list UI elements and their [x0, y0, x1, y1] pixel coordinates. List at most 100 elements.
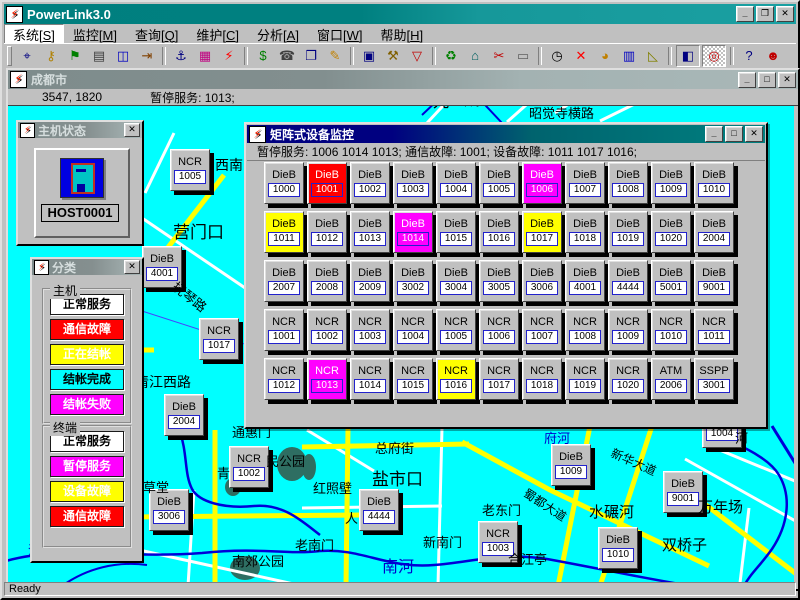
toolbar-handle[interactable] [7, 46, 12, 66]
delete-x-icon[interactable]: ✕ [570, 46, 592, 66]
pie-chart-icon[interactable]: ◕ [594, 46, 616, 66]
device-button-DieB-1012[interactable]: DieB1012 [307, 211, 347, 253]
menu-A[interactable]: 分析[A] [248, 24, 308, 45]
host-name[interactable]: HOST0001 [41, 204, 119, 222]
close-button[interactable]: ✕ [776, 6, 794, 22]
device-button-NCR-1020[interactable]: NCR1020 [608, 358, 648, 400]
device-button-NCR-1019[interactable]: NCR1019 [565, 358, 605, 400]
map-close-button[interactable]: ✕ [778, 72, 796, 88]
host-computer-icon[interactable] [60, 158, 104, 198]
device-button-DieB-9001[interactable]: DieB9001 [663, 471, 703, 513]
building-view-icon[interactable]: ◧ [676, 45, 700, 67]
device-button-NCR-1018[interactable]: NCR1018 [522, 358, 562, 400]
device-button-DieB-3002[interactable]: DieB3002 [393, 260, 433, 302]
map-window-title-bar[interactable]: ⚡ 成都市 _ □ ✕ [8, 70, 798, 89]
device-button-NCR-1007[interactable]: NCR1007 [522, 309, 562, 351]
device-button-NCR-1015[interactable]: NCR1015 [393, 358, 433, 400]
device-button-DieB-4444[interactable]: DieB4444 [608, 260, 648, 302]
host-window-close-button[interactable]: ✕ [124, 123, 140, 137]
menu-C[interactable]: 维护[C] [187, 24, 248, 45]
device-button-DieB-1008[interactable]: DieB1008 [608, 162, 648, 204]
device-button-DieB-2008[interactable]: DieB2008 [307, 260, 347, 302]
key-icon[interactable]: ⚷ [40, 46, 62, 66]
device-button-DieB-1010[interactable]: DieB1010 [598, 527, 638, 569]
device-button-DieB-1004[interactable]: DieB1004 [436, 162, 476, 204]
minimize-button[interactable]: _ [736, 6, 754, 22]
device-button-DieB-1005[interactable]: DieB1005 [479, 162, 519, 204]
device-button-DieB-2004[interactable]: DieB2004 [164, 394, 204, 436]
phone-icon[interactable]: ☎ [276, 46, 298, 66]
device-button-NCR-1008[interactable]: NCR1008 [565, 309, 605, 351]
device-button-DieB-1001[interactable]: DieB1001 [307, 162, 347, 204]
legend-window-close-button[interactable]: ✕ [124, 260, 140, 274]
device-button-SSPP-3001[interactable]: SSPP3001 [694, 358, 734, 400]
hp-doc-icon[interactable]: ◫ [112, 46, 134, 66]
device-button-DieB-1009[interactable]: DieB1009 [551, 444, 591, 486]
device-button-NCR-1002[interactable]: NCR1002 [307, 309, 347, 351]
menu-H[interactable]: 帮助[H] [371, 24, 432, 45]
device-button-DieB-1019[interactable]: DieB1019 [608, 211, 648, 253]
device-button-NCR-1016[interactable]: NCR1016 [436, 358, 476, 400]
construction-icon[interactable]: ⚒ [382, 46, 404, 66]
device-button-NCR-1017[interactable]: NCR1017 [199, 318, 239, 360]
funnel-icon[interactable]: ▽ [406, 46, 428, 66]
cascade-windows-icon[interactable]: ❐ [300, 46, 322, 66]
device-button-DieB-2009[interactable]: DieB2009 [350, 260, 390, 302]
matrix-close-button[interactable]: ✕ [745, 126, 763, 142]
device-button-DieB-1011[interactable]: DieB1011 [264, 211, 304, 253]
matrix-minimize-button[interactable]: _ [705, 126, 723, 142]
brush-icon[interactable]: ✎ [324, 46, 346, 66]
menu-S[interactable]: 系统[S] [4, 24, 64, 45]
device-button-DieB-2007[interactable]: DieB2007 [264, 260, 304, 302]
eraser-icon[interactable]: ▭ [512, 46, 534, 66]
device-button-DieB-3005[interactable]: DieB3005 [479, 260, 519, 302]
device-button-DieB-1007[interactable]: DieB1007 [565, 162, 605, 204]
device-button-DieB-3006[interactable]: DieB3006 [522, 260, 562, 302]
matrix-maximize-button[interactable]: □ [725, 126, 743, 142]
device-button-DieB-1010[interactable]: DieB1010 [694, 162, 734, 204]
device-button-DieB-1013[interactable]: DieB1013 [350, 211, 390, 253]
device-button-NCR-1002[interactable]: NCR1002 [229, 446, 269, 488]
device-button-NCR-1012[interactable]: NCR1012 [264, 358, 304, 400]
target-view-icon[interactable]: ◎ [702, 45, 726, 67]
device-button-NCR-1003[interactable]: NCR1003 [350, 309, 390, 351]
lightning-icon[interactable]: ⚡ [218, 46, 240, 66]
restore-button[interactable]: ❐ [756, 6, 774, 22]
menu-W[interactable]: 窗口[W] [308, 24, 372, 45]
device-button-DieB-1017[interactable]: DieB1017 [522, 211, 562, 253]
scissors-icon[interactable]: ✂ [488, 46, 510, 66]
clock-icon[interactable]: ◷ [546, 46, 568, 66]
device-button-DieB-4444[interactable]: DieB4444 [359, 489, 399, 531]
legend-window-title-bar[interactable]: ⚡ 分类 ✕ [32, 259, 142, 275]
device-button-DieB-9001[interactable]: DieB9001 [694, 260, 734, 302]
printer-icon[interactable]: ▤ [88, 46, 110, 66]
device-button-DieB-2004[interactable]: DieB2004 [694, 211, 734, 253]
money-bag-icon[interactable]: $ [252, 46, 274, 66]
window-tool-icon[interactable]: ▣ [358, 46, 380, 66]
color-grid-icon[interactable]: ▦ [194, 46, 216, 66]
menu-M[interactable]: 监控[M] [64, 24, 126, 45]
device-button-DieB-1000[interactable]: DieB1000 [264, 162, 304, 204]
map-minimize-button[interactable]: _ [738, 72, 756, 88]
device-button-DieB-1009[interactable]: DieB1009 [651, 162, 691, 204]
device-button-DieB-3004[interactable]: DieB3004 [436, 260, 476, 302]
set-square-icon[interactable]: ◺ [642, 46, 664, 66]
device-button-NCR-1013[interactable]: NCR1013 [307, 358, 347, 400]
device-button-DieB-1015[interactable]: DieB1015 [436, 211, 476, 253]
find-device-icon[interactable]: ⌖ [16, 46, 38, 66]
refresh-icon[interactable]: ♻ [440, 46, 462, 66]
device-button-NCR-1017[interactable]: NCR1017 [479, 358, 519, 400]
device-button-ATM-2006[interactable]: ATM2006 [651, 358, 691, 400]
device-button-NCR-1009[interactable]: NCR1009 [608, 309, 648, 351]
device-button-DieB-1006[interactable]: DieB1006 [522, 162, 562, 204]
device-button-NCR-1011[interactable]: NCR1011 [694, 309, 734, 351]
device-button-DieB-3006[interactable]: DieB3006 [149, 489, 189, 531]
host-window-title-bar[interactable]: ⚡ 主机状态 ✕ [18, 122, 142, 138]
bank-icon[interactable]: ⌂ [464, 46, 486, 66]
device-button-DieB-1003[interactable]: DieB1003 [393, 162, 433, 204]
monitor-map-icon[interactable]: ⚓ [170, 46, 192, 66]
device-button-DieB-1020[interactable]: DieB1020 [651, 211, 691, 253]
device-button-DieB-1002[interactable]: DieB1002 [350, 162, 390, 204]
agent-icon[interactable]: ☻ [762, 46, 784, 66]
device-button-DieB-4001[interactable]: DieB4001 [565, 260, 605, 302]
